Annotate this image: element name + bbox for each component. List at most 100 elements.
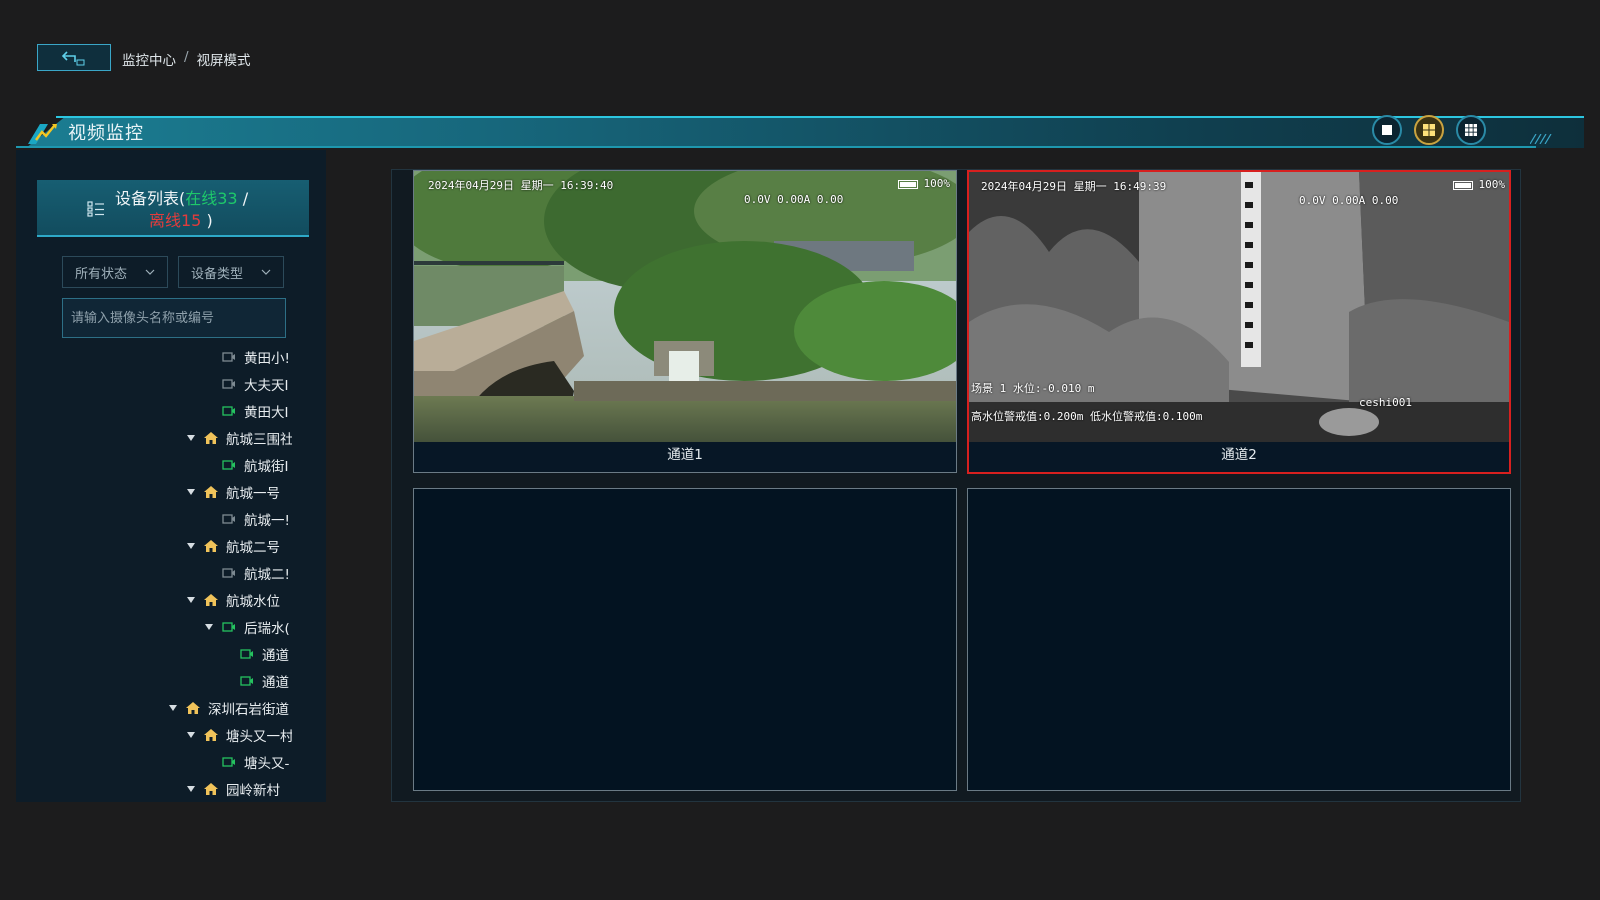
video-grid: 2024年04月29日 星期一 16:39:40 0.0V 0.00A 0.00… [391, 169, 1521, 802]
camera-feed-2: 2024年04月29日 星期一 16:49:39 0.0V 0.00A 0.00… [969, 172, 1509, 444]
osd-alarm-2: 高水位警戒值:0.200m 低水位警戒值:0.100m [971, 410, 1203, 423]
home-icon [186, 702, 200, 714]
device-panel: 设备列表(在线33 / 离线15 ) 所有状态 设备类型 黄田小! 大夫天I 黄田大… [16, 150, 326, 802]
page-title: 视频监控 [68, 123, 144, 144]
video-cell-3[interactable] [413, 488, 957, 791]
tree-item-label: 航城街I [244, 459, 289, 475]
tree-item-label: 深圳石岩街道 [208, 702, 289, 718]
camera-search-input[interactable] [62, 298, 286, 338]
filter-bar: 所有状态 设备类型 [62, 256, 284, 288]
tree-item-label: 黄田小! [244, 351, 290, 367]
nine-view-button[interactable] [1456, 115, 1486, 145]
tree-camera[interactable]: 大夫天I [222, 373, 290, 395]
offline-count: 离线15 [149, 211, 202, 230]
osd-readings-2: 0.0V 0.00A 0.00 [1299, 194, 1399, 207]
tree-item-label: 航城三围社 [226, 432, 292, 448]
camera-image-river [414, 171, 956, 443]
device-list-title: 设备列表(在线33 / 离线15 ) [115, 189, 249, 230]
caret-down-icon[interactable] [186, 785, 196, 793]
breadcrumb-item-monitor-center[interactable]: 监控中心 [122, 49, 176, 69]
tree-item-label: 航城二! [244, 567, 290, 583]
decorative-stripes-icon [1530, 134, 1552, 144]
online-count: 在线33 [185, 189, 238, 208]
tree-item-label: 塘头又- [244, 756, 290, 772]
camera-icon [222, 379, 235, 389]
tree-group[interactable]: 航城二号 [186, 535, 292, 557]
camera-icon [222, 757, 235, 767]
tree-item-label: 塘头又一村 [226, 729, 292, 745]
tree-item-label: 园岭新村 [226, 783, 280, 799]
tree-camera[interactable]: 通道 [240, 643, 308, 665]
status-filter-select[interactable]: 所有状态 [62, 256, 168, 288]
video-cell-2[interactable]: 2024年04月29日 星期一 16:49:39 0.0V 0.00A 0.00… [967, 170, 1511, 474]
single-view-button[interactable] [1372, 115, 1402, 145]
home-icon [204, 486, 218, 498]
tree-group[interactable]: 园岭新村 [186, 778, 292, 800]
tree-camera[interactable]: 航城街I [222, 454, 290, 476]
tree-camera[interactable]: 航城二! [222, 562, 290, 584]
tree-camera[interactable]: 通道 [240, 670, 308, 692]
camera-icon [240, 649, 253, 659]
tree-group[interactable]: 塘头又一村 [186, 724, 292, 746]
caret-down-icon[interactable] [204, 623, 214, 631]
osd-device-2: ceshi001 [1359, 396, 1412, 409]
caret-down-icon[interactable] [186, 542, 196, 550]
osd-scene-2: 场景 1 水位:-0.010 m [971, 382, 1095, 395]
breadcrumb-separator: / [184, 49, 189, 65]
tree-group[interactable]: 航城水位 [186, 589, 292, 611]
tree-item-label: 通道 [262, 675, 289, 691]
tree-item-label: 航城一号 [226, 486, 280, 502]
osd-timestamp-2: 2024年04月29日 星期一 16:49:39 [981, 180, 1167, 193]
tree-item-label: 大夫天I [244, 378, 289, 394]
chart-logo-icon [28, 124, 57, 144]
caret-down-icon[interactable] [186, 434, 196, 442]
caret-down-icon[interactable] [168, 704, 178, 712]
camera-icon [222, 568, 235, 578]
camera-icon [222, 460, 235, 470]
home-icon [204, 540, 218, 552]
osd-timestamp-1: 2024年04月29日 星期一 16:39:40 [428, 179, 614, 192]
caret-down-icon[interactable] [186, 488, 196, 496]
grid-3x3-icon [1465, 124, 1477, 136]
tree-item-label: 航城二号 [226, 540, 280, 556]
battery-icon [897, 179, 918, 189]
camera-feed-1: 2024年04月29日 星期一 16:39:40 0.0V 0.00A 0.00… [414, 171, 956, 443]
type-filter-select[interactable]: 设备类型 [178, 256, 284, 288]
osd-readings-1: 0.0V 0.00A 0.00 [744, 193, 844, 206]
video-cell-1[interactable]: 2024年04月29日 星期一 16:39:40 0.0V 0.00A 0.00… [413, 170, 957, 473]
tree-camera[interactable]: 塘头又- [222, 751, 290, 773]
home-icon [204, 432, 218, 444]
channel-label-1: 通道1 [414, 442, 956, 472]
back-button[interactable] [37, 44, 111, 71]
back-arrow-icon [61, 50, 85, 65]
caret-down-icon[interactable] [186, 731, 196, 739]
camera-icon [222, 406, 235, 416]
section-header: 视频监控 [16, 114, 1584, 148]
tree-camera[interactable]: 黄田小! [222, 346, 290, 368]
caret-down-icon[interactable] [186, 596, 196, 604]
chevron-down-icon [145, 269, 155, 275]
grid-2x2-icon [1423, 124, 1435, 136]
tree-item-label: 航城水位 [226, 594, 280, 610]
osd-battery-2: 100% [1452, 178, 1505, 191]
tree-group[interactable]: 深圳石岩街道 [168, 697, 292, 719]
tree-group[interactable]: 航城三围社 [186, 427, 292, 449]
view-mode-switcher [1372, 115, 1486, 145]
device-list-header: 设备列表(在线33 / 离线15 ) [37, 180, 309, 237]
home-icon [204, 783, 218, 795]
quad-view-button[interactable] [1414, 115, 1444, 145]
home-icon [204, 729, 218, 741]
battery-icon [1452, 180, 1473, 190]
camera-icon [222, 352, 235, 362]
video-cell-4[interactable] [967, 488, 1511, 791]
home-icon [204, 594, 218, 606]
camera-icon [222, 514, 235, 524]
channel-label-2: 通道2 [969, 442, 1509, 472]
tree-item-label: 通道 [262, 648, 289, 664]
breadcrumb-item-screen-mode: 视屏模式 [196, 53, 251, 69]
tree-camera[interactable]: 航城一! [222, 508, 290, 530]
tree-camera[interactable]: 黄田大I [222, 400, 290, 422]
chevron-down-icon [261, 269, 271, 275]
tree-group[interactable]: 航城一号 [186, 481, 292, 503]
tree-camera[interactable]: 后瑞水( [204, 616, 290, 638]
